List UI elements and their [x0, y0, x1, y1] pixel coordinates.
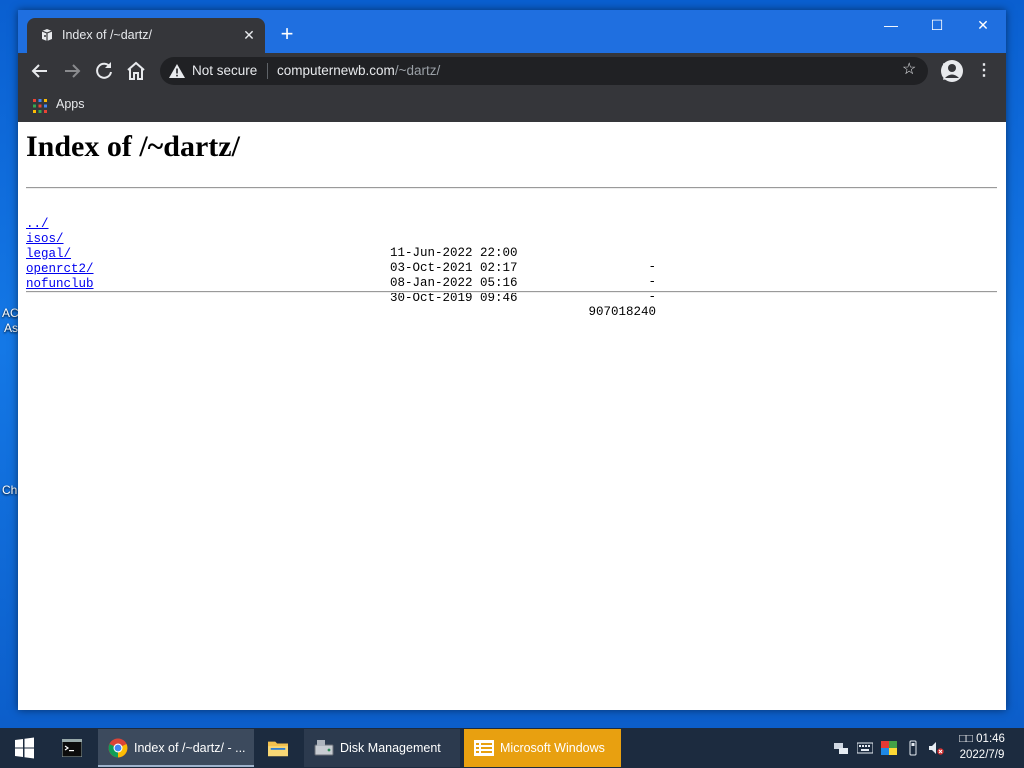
divider: [267, 63, 268, 79]
entry-date: 30-Oct-2019 09:46: [390, 291, 518, 305]
security-label[interactable]: Not secure: [192, 63, 257, 78]
list-item: nofunclub 30-Oct-2019 09:46 907018240: [26, 263, 656, 319]
keyboard-icon[interactable]: [857, 740, 873, 756]
title-bar[interactable]: Index of /~dartz/ ✕ + ― ☐ ✕: [18, 10, 1006, 53]
new-tab-button[interactable]: +: [276, 23, 298, 46]
more-menu-icon[interactable]: ⋮: [976, 59, 992, 83]
file-listing: ../ isos/ 11-Jun-2022 22:00 - legal/ 03-…: [26, 203, 656, 319]
list-item: openrct2/ 08-Jan-2022 05:16 -: [26, 248, 656, 304]
apps-bookmark[interactable]: Apps: [56, 97, 85, 111]
taskbar-disk-management[interactable]: Disk Management: [304, 729, 460, 767]
entry-date: 08-Jan-2022 05:16: [390, 276, 518, 290]
divider: [26, 291, 997, 293]
url-host: computernewb.com: [277, 63, 395, 78]
window-list-icon: [474, 740, 494, 756]
terminal-icon: [62, 739, 82, 757]
page-title: Index of /~dartz/: [26, 130, 240, 163]
clock-time: □□ 01:46: [959, 733, 1005, 745]
disk-management-icon: [314, 740, 334, 756]
desktop-icon-label: Ch: [2, 483, 18, 497]
taskbar-item-label: Index of /~dartz/ - ...: [134, 741, 246, 755]
close-icon: ✕: [977, 17, 989, 33]
maximize-icon: ☐: [930, 17, 944, 33]
usb-device-icon[interactable]: [905, 740, 921, 756]
taskbar-item-label: Disk Management: [340, 741, 441, 755]
tab-title: Index of /~dartz/: [62, 28, 152, 42]
tab-active[interactable]: Index of /~dartz/ ✕: [27, 18, 265, 53]
browser-window: Index of /~dartz/ ✕ + ― ☐ ✕ Not secure c…: [18, 10, 1006, 710]
url-path: /~dartz/: [394, 63, 441, 78]
divider: [26, 187, 997, 189]
taskbar-terminal[interactable]: [50, 729, 96, 767]
list-item: ../: [26, 203, 86, 231]
browser-toolbar: Not secure computernewb.com/~dartz/ ☆ ⋮: [18, 53, 1006, 89]
desktop-icon-label: As: [4, 321, 19, 335]
start-button-windows-icon[interactable]: [0, 728, 48, 768]
apps-grid-icon[interactable]: [33, 99, 47, 113]
entry-date: 03-Oct-2021 02:17: [390, 261, 518, 275]
profile-avatar-icon[interactable]: [940, 59, 964, 83]
taskbar-chrome[interactable]: Index of /~dartz/ - ...: [98, 729, 254, 767]
bookmark-star-icon[interactable]: ☆: [902, 62, 918, 78]
list-item: legal/ 03-Oct-2021 02:17 -: [26, 233, 656, 289]
address-bar[interactable]: Not secure computernewb.com/~dartz/ ☆: [160, 57, 949, 85]
taskbar-explorer[interactable]: [256, 729, 302, 767]
reload-icon[interactable]: [92, 59, 116, 83]
clock-date: 2022/7/9: [959, 749, 1005, 761]
taskbar: Index of /~dartz/ - ... Disk Management …: [0, 728, 1024, 768]
folder-icon: [268, 741, 288, 757]
chrome-icon: [108, 738, 128, 758]
maximize-button[interactable]: ☐: [914, 10, 960, 40]
entry-size: 907018240: [588, 305, 656, 319]
page-content: Index of /~dartz/ ../ isos/ 11-Jun-2022 …: [18, 122, 1006, 710]
url-text[interactable]: computernewb.com/~dartz/: [277, 63, 440, 78]
network-icon[interactable]: [833, 740, 849, 756]
home-icon[interactable]: [124, 59, 148, 83]
color-display-icon[interactable]: [881, 740, 897, 756]
entry-size: -: [648, 275, 656, 289]
taskbar-item-label: Microsoft Windows: [500, 741, 605, 755]
tab-close-icon[interactable]: ✕: [241, 27, 257, 43]
taskbar-microsoft-windows[interactable]: Microsoft Windows: [464, 729, 621, 767]
desktop-icon-label: AC: [2, 306, 19, 320]
warning-icon[interactable]: [169, 64, 185, 78]
minimize-icon: ―: [884, 17, 898, 33]
close-window-button[interactable]: ✕: [960, 10, 1006, 40]
bookmarks-bar: Apps: [18, 89, 1006, 123]
entry-size: -: [648, 260, 656, 274]
server-favicon-icon: [41, 29, 53, 41]
system-clock[interactable]: □□ 01:46 2022/7/9: [952, 731, 1012, 763]
back-arrow-icon[interactable]: [28, 59, 52, 83]
list-item: isos/ 11-Jun-2022 22:00 -: [26, 218, 656, 274]
minimize-button[interactable]: ―: [868, 10, 914, 40]
entry-link[interactable]: nofunclub: [26, 277, 94, 291]
speaker-muted-icon[interactable]: [928, 740, 944, 756]
forward-arrow-icon[interactable]: [60, 59, 84, 83]
entry-date: 11-Jun-2022 22:00: [390, 246, 518, 260]
